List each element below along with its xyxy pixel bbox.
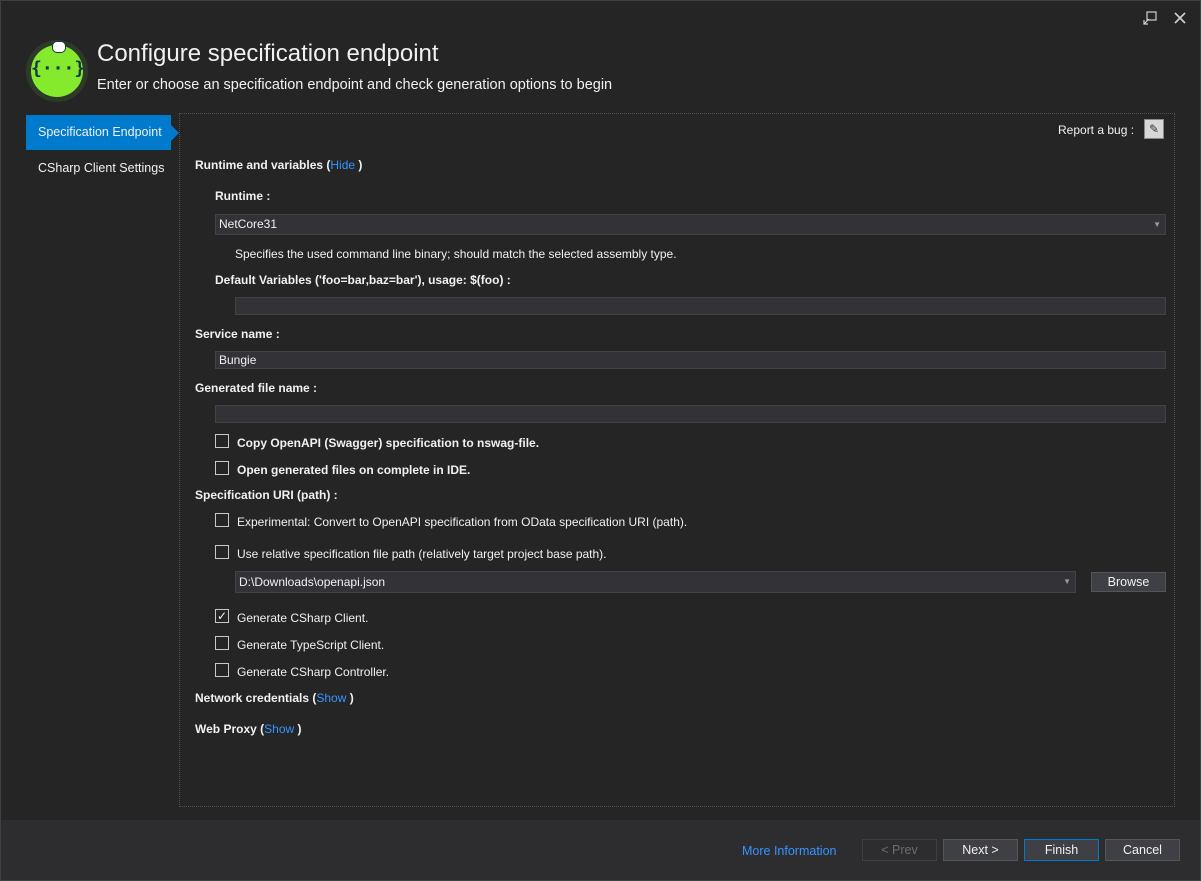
- web-proxy-title: Web Proxy (Show ): [195, 722, 302, 736]
- default-variables-input[interactable]: [235, 297, 1166, 315]
- cancel-button[interactable]: Cancel: [1105, 839, 1180, 861]
- swagger-logo-icon: {···}: [26, 40, 88, 102]
- runtime-label: Runtime :: [215, 189, 271, 203]
- csharp-client-label[interactable]: Generate CSharp Client.: [237, 611, 368, 625]
- runtime-select[interactable]: NetCore31 ▼: [215, 214, 1166, 235]
- default-variables-label: Default Variables ('foo=bar,baz=bar'), u…: [215, 273, 511, 287]
- paren: ): [294, 722, 302, 736]
- spec-path-combobox[interactable]: D:\Downloads\openapi.json ▼: [235, 571, 1076, 593]
- runtime-value: NetCore31: [219, 217, 278, 231]
- runtime-section-label: Runtime and variables (: [195, 158, 331, 172]
- logo-glyph: {···}: [31, 58, 86, 79]
- typescript-client-checkbox[interactable]: [215, 636, 229, 650]
- network-credentials-title: Network credentials (Show ): [195, 691, 354, 705]
- open-files-checkbox[interactable]: [215, 461, 229, 475]
- spec-path-value: D:\Downloads\openapi.json: [239, 575, 386, 589]
- web-proxy-label: Web Proxy (: [195, 722, 265, 736]
- chevron-down-icon: ▼: [1063, 577, 1071, 586]
- show-network-link[interactable]: Show: [316, 691, 346, 705]
- prev-button[interactable]: < Prev: [862, 839, 937, 861]
- hide-runtime-link[interactable]: Hide: [330, 158, 355, 172]
- csharp-client-checkbox[interactable]: ✓: [215, 609, 229, 623]
- generated-file-name-label: Generated file name :: [195, 381, 318, 395]
- next-button[interactable]: Next >: [943, 839, 1018, 861]
- more-information-link[interactable]: More Information: [742, 844, 836, 858]
- sidebar-item-label: Specification Endpoint: [38, 125, 162, 139]
- active-indicator: [171, 125, 179, 141]
- footer-bar: [1, 820, 1200, 880]
- relative-path-checkbox[interactable]: [215, 545, 229, 559]
- odata-label[interactable]: Experimental: Convert to OpenAPI specifi…: [237, 515, 687, 529]
- spec-uri-label: Specification URI (path) :: [195, 488, 338, 502]
- page-subtitle: Enter or choose an specification endpoin…: [97, 77, 613, 93]
- relative-path-label[interactable]: Use relative specification file path (re…: [237, 547, 607, 561]
- close-icon[interactable]: [1171, 10, 1189, 28]
- paren: ): [355, 158, 363, 172]
- logo-badge: [52, 41, 66, 53]
- sidebar-item-csharp-client-settings[interactable]: CSharp Client Settings: [26, 151, 171, 186]
- show-proxy-link[interactable]: Show: [264, 722, 294, 736]
- odata-checkbox[interactable]: [215, 513, 229, 527]
- sidebar-item-label: CSharp Client Settings: [38, 161, 165, 175]
- copy-spec-label[interactable]: Copy OpenAPI (Swagger) specification to …: [237, 436, 539, 450]
- service-name-label: Service name :: [195, 327, 280, 341]
- generated-file-name-input[interactable]: [215, 405, 1166, 423]
- open-files-label[interactable]: Open generated files on complete in IDE.: [237, 463, 470, 477]
- typescript-client-label[interactable]: Generate TypeScript Client.: [237, 638, 384, 652]
- bug-report-icon[interactable]: ✎: [1144, 119, 1164, 139]
- runtime-section-title: Runtime and variables (Hide ): [195, 158, 362, 172]
- network-credentials-label: Network credentials (: [195, 691, 317, 705]
- copy-spec-checkbox[interactable]: [215, 434, 229, 448]
- browse-button[interactable]: Browse: [1091, 572, 1166, 592]
- service-name-input[interactable]: Bungie: [215, 351, 1166, 369]
- sidebar-item-specification-endpoint[interactable]: Specification Endpoint: [26, 115, 179, 150]
- chevron-down-icon: ▼: [1153, 220, 1161, 229]
- restore-icon[interactable]: [1141, 10, 1159, 28]
- report-bug-label: Report a bug :: [1058, 123, 1135, 137]
- page-title: Configure specification endpoint: [97, 40, 439, 67]
- runtime-help-text: Specifies the used command line binary; …: [235, 247, 677, 261]
- finish-button[interactable]: Finish: [1024, 839, 1099, 861]
- csharp-controller-checkbox[interactable]: [215, 663, 229, 677]
- paren: ): [346, 691, 354, 705]
- csharp-controller-label[interactable]: Generate CSharp Controller.: [237, 665, 389, 679]
